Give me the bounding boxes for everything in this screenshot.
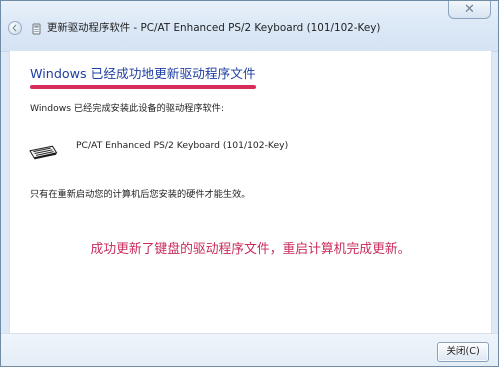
updated-device-row: PC/AT Enhanced PS/2 Keyboard (101/102-Ke… — [28, 137, 388, 163]
device-icon — [32, 23, 41, 35]
close-button[interactable]: 关闭(C) — [437, 342, 489, 362]
window-close-button[interactable]: ✕ — [448, 1, 491, 19]
heading-underline — [30, 85, 256, 89]
driver-update-window: 更新驱动程序软件 - PC/AT Enhanced PS/2 Keyboard … — [0, 0, 499, 367]
dialog-content: Windows 已经成功地更新驱动程序文件 Windows 已经完成安装此设备的… — [9, 51, 492, 333]
title-bar: 更新驱动程序软件 - PC/AT Enhanced PS/2 Keyboard … — [1, 1, 498, 52]
restart-note: 只有在重新启动您的计算机后您安装的硬件才能生效。 — [30, 189, 251, 200]
dialog-footer: 关闭(C) — [1, 333, 498, 366]
back-arrow-icon — [12, 24, 17, 32]
close-icon: ✕ — [464, 2, 475, 17]
back-button[interactable] — [8, 21, 22, 35]
installation-result-text: Windows 已经完成安装此设备的驱动程序软件: — [30, 103, 225, 114]
window-title: 更新驱动程序软件 - PC/AT Enhanced PS/2 Keyboard … — [47, 22, 381, 34]
update-annotation: 成功更新了键盘的驱动程序文件，重启计算机完成更新。 — [90, 242, 411, 257]
device-name: PC/AT Enhanced PS/2 Keyboard (101/102-Ke… — [76, 140, 289, 151]
keyboard-icon — [29, 145, 58, 160]
success-heading: Windows 已经成功地更新驱动程序文件 — [30, 66, 256, 81]
